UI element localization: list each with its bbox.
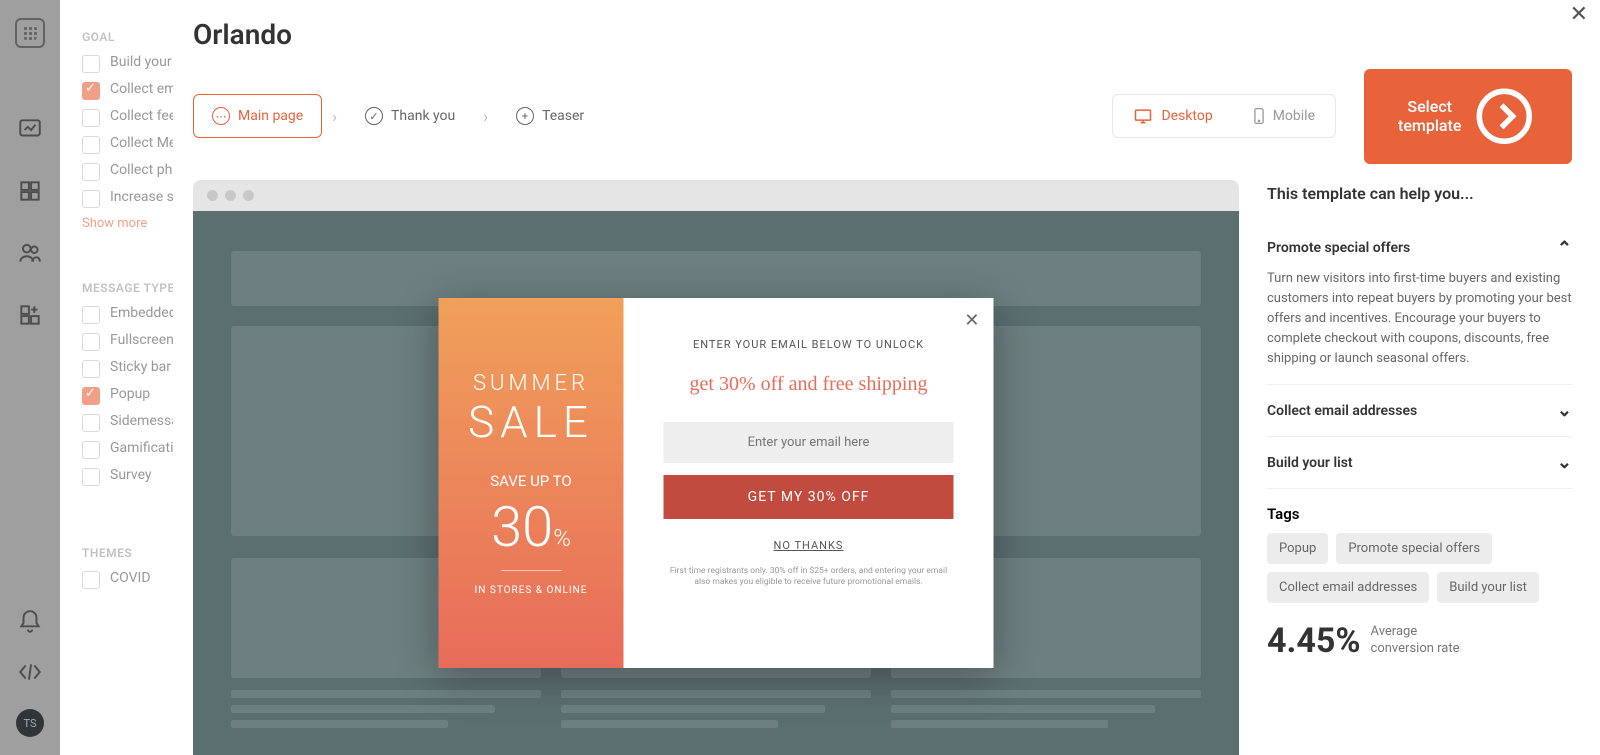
- message-type-label: Survey: [110, 467, 152, 483]
- message-type-label: Popup: [110, 386, 150, 402]
- device-desktop[interactable]: Desktop: [1113, 95, 1232, 137]
- popup-preview: SUMMER SALE SAVE UP TO 30% IN STORES & O…: [439, 298, 994, 668]
- window-dot: [225, 190, 236, 201]
- checkbox[interactable]: [82, 333, 100, 351]
- checkbox[interactable]: [82, 55, 100, 73]
- popup-left-panel: SUMMER SALE SAVE UP TO 30% IN STORES & O…: [439, 298, 624, 668]
- select-template-button[interactable]: Select template: [1364, 69, 1572, 164]
- tag[interactable]: Collect email addresses: [1267, 572, 1429, 603]
- message-type-label: Embedded: [110, 305, 177, 321]
- close-icon[interactable]: ✕: [1570, 2, 1588, 27]
- popup-submit-button[interactable]: GET MY 30% OFF: [664, 475, 954, 519]
- theme-label: COVID: [110, 570, 151, 586]
- template-title: Orlando: [193, 18, 1572, 51]
- tab-main-page[interactable]: ⋯Main page: [193, 94, 322, 138]
- template-detail-panel: ✕ Orlando ⋯Main page › ✓Thank you › +Tea…: [173, 0, 1600, 755]
- divider: [501, 570, 561, 571]
- checkbox[interactable]: [82, 414, 100, 432]
- tab-teaser[interactable]: +Teaser: [498, 95, 602, 137]
- checkbox[interactable]: [82, 360, 100, 378]
- tags-list: Popup Promote special offers Collect email…: [1267, 533, 1572, 603]
- accordion-body: Turn new visitors into first-time buyers…: [1267, 269, 1572, 370]
- conversion-rate: 4.45% Averageconversion rate: [1267, 621, 1572, 661]
- checkbox[interactable]: [82, 190, 100, 208]
- chevron-right-icon: ›: [483, 107, 488, 126]
- rate-label: Averageconversion rate: [1371, 624, 1460, 658]
- chevron-down-icon: ⌄: [1557, 400, 1572, 421]
- tag[interactable]: Popup: [1267, 533, 1328, 564]
- checkbox[interactable]: [82, 571, 100, 589]
- dots-icon: ⋯: [212, 107, 230, 125]
- info-heading: This template can help you...: [1267, 184, 1572, 203]
- popup-percent: 30%: [491, 494, 571, 560]
- accordion-header[interactable]: Build your list⌄: [1267, 452, 1572, 473]
- page-tabs: ⋯Main page › ✓Thank you › +Teaser: [193, 94, 602, 138]
- popup-text: SUMMER: [473, 371, 589, 396]
- tags-heading: Tags: [1267, 505, 1572, 523]
- device-toggle: Desktop Mobile: [1112, 94, 1336, 138]
- rate-number: 4.45%: [1267, 621, 1361, 661]
- checkbox[interactable]: [82, 82, 100, 100]
- checkbox[interactable]: [82, 306, 100, 324]
- accordion-item: Promote special offers⌃ Turn new visitors…: [1267, 223, 1572, 386]
- checkbox[interactable]: [82, 109, 100, 127]
- preview-column: SUMMER SALE SAVE UP TO 30% IN STORES & O…: [193, 180, 1239, 755]
- popup-fine-print: First time registrants only. 30% off in …: [664, 566, 954, 588]
- popup-text: SAVE UP TO: [490, 472, 572, 490]
- checkbox[interactable]: [82, 441, 100, 459]
- popup-text: SALE: [468, 396, 594, 448]
- checkbox[interactable]: [82, 136, 100, 154]
- chevron-down-icon: ⌄: [1557, 452, 1572, 473]
- message-type-label: Sticky bar: [110, 359, 171, 375]
- info-column: This template can help you... Promote sp…: [1267, 180, 1572, 755]
- checkbox[interactable]: [82, 387, 100, 405]
- check-icon: ✓: [365, 107, 383, 125]
- checkbox[interactable]: [82, 163, 100, 181]
- popup-text: IN STORES & ONLINE: [475, 585, 588, 596]
- message-type-label: Fullscreen: [110, 332, 174, 348]
- tag[interactable]: Promote special offers: [1336, 533, 1492, 564]
- popup-email-input[interactable]: [664, 422, 954, 463]
- window-dot: [207, 190, 218, 201]
- desktop-icon: [1133, 107, 1153, 125]
- popup-right-panel: ✕ ENTER YOUR EMAIL BELOW TO UNLOCK get 3…: [624, 298, 994, 668]
- device-mobile[interactable]: Mobile: [1233, 95, 1335, 137]
- checkbox[interactable]: [82, 468, 100, 486]
- popup-heading: ENTER YOUR EMAIL BELOW TO UNLOCK: [693, 338, 924, 351]
- accordion-header[interactable]: Collect email addresses⌄: [1267, 400, 1572, 421]
- tag[interactable]: Build your list: [1437, 572, 1539, 603]
- chevron-up-icon: ⌃: [1557, 238, 1572, 259]
- tab-thank-you[interactable]: ✓Thank you: [347, 95, 473, 137]
- popup-subheading: get 30% off and free shipping: [690, 373, 928, 396]
- browser-chrome: [193, 180, 1239, 211]
- mobile-icon: [1253, 107, 1265, 125]
- top-controls-row: ⋯Main page › ✓Thank you › +Teaser Deskto…: [193, 69, 1572, 164]
- window-dot: [243, 190, 254, 201]
- plus-icon: +: [516, 107, 534, 125]
- accordion-item: Build your list⌄: [1267, 437, 1572, 489]
- preview-canvas: SUMMER SALE SAVE UP TO 30% IN STORES & O…: [193, 211, 1239, 755]
- chevron-right-icon: ›: [332, 107, 337, 126]
- accordion-header[interactable]: Promote special offers⌃: [1267, 238, 1572, 259]
- arrow-circle-icon: [1471, 83, 1538, 150]
- rail-dim-overlay: [0, 0, 60, 755]
- popup-no-thanks[interactable]: NO THANKS: [774, 539, 844, 552]
- popup-close-icon[interactable]: ✕: [964, 310, 979, 331]
- accordion-item: Collect email addresses⌄: [1267, 385, 1572, 437]
